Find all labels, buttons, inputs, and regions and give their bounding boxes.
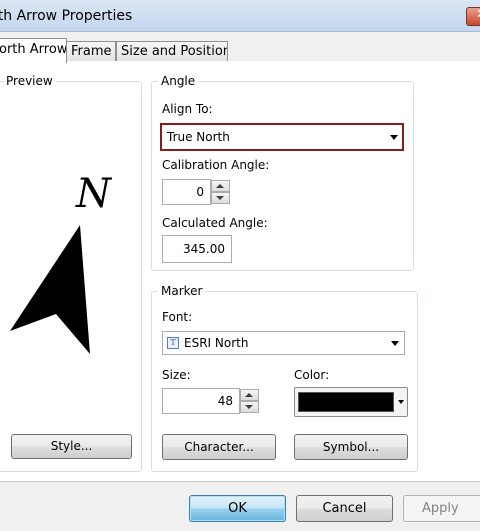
symbol-button-label: Symbol... — [322, 440, 380, 454]
character-button[interactable]: Character... — [162, 434, 276, 460]
ok-button[interactable]: OK — [189, 495, 286, 522]
align-to-dropdown[interactable]: True North — [160, 123, 404, 151]
tab-label: Size and Position — [121, 44, 228, 59]
font-value: ESRI North — [184, 336, 249, 350]
calibration-spin-up[interactable] — [211, 180, 230, 192]
preview-group-title: Preview — [3, 74, 56, 88]
color-swatch — [298, 392, 394, 412]
style-button[interactable]: Style... — [11, 434, 132, 459]
tab-size-and-position[interactable]: Size and Position — [116, 41, 228, 62]
align-to-value: True North — [167, 130, 230, 144]
style-button-label: Style... — [50, 439, 93, 453]
ok-button-label: OK — [228, 501, 247, 516]
north-arrow-preview: N — [8, 165, 123, 360]
calibration-angle-label: Calibration Angle: — [162, 158, 270, 172]
calculated-angle-label: Calculated Angle: — [162, 216, 268, 230]
close-icon: ✕ — [476, 7, 480, 22]
align-to-label: Align To: — [162, 102, 213, 116]
font-label: Font: — [162, 310, 193, 324]
size-label: Size: — [162, 368, 191, 382]
size-field[interactable]: 48 — [162, 388, 240, 414]
close-button[interactable]: ✕ — [466, 7, 480, 26]
chevron-down-icon — [398, 400, 404, 404]
tab-north-arrow[interactable]: orth Arrow — [0, 38, 67, 63]
size-spin-down[interactable] — [240, 401, 259, 413]
angle-group-title: Angle — [158, 74, 199, 88]
size-spin-up[interactable] — [240, 389, 259, 401]
spin-down-icon — [245, 405, 253, 409]
cancel-button[interactable]: Cancel — [296, 495, 393, 522]
cancel-button-label: Cancel — [322, 501, 367, 516]
apply-button-label: Apply — [422, 501, 459, 516]
calibration-angle-field[interactable]: 0 — [162, 179, 211, 205]
window-title: rth Arrow Properties — [0, 8, 133, 24]
apply-button[interactable]: Apply — [403, 495, 480, 522]
spin-up-icon — [245, 393, 253, 397]
spin-down-icon — [216, 196, 224, 200]
north-glyph: N — [75, 171, 113, 217]
color-label: Color: — [294, 368, 330, 382]
tab-label: Frame — [71, 44, 112, 59]
calibration-spin-down[interactable] — [211, 192, 230, 204]
title-bar: rth Arrow Properties ✕ — [0, 0, 480, 32]
tab-label: orth Arrow — [0, 42, 67, 57]
color-picker[interactable] — [294, 387, 408, 417]
tab-frame[interactable]: Frame — [66, 41, 116, 62]
calculated-angle-field: 345.00 — [162, 235, 232, 263]
north-arrow-icon: N — [10, 171, 113, 354]
spin-up-icon — [216, 184, 224, 188]
character-button-label: Character... — [184, 440, 254, 454]
font-dropdown[interactable]: T ESRI North — [162, 331, 405, 355]
chevron-down-icon — [391, 341, 399, 346]
symbol-button[interactable]: Symbol... — [294, 434, 408, 460]
chevron-down-icon — [390, 135, 398, 140]
font-type-icon: T — [167, 337, 179, 349]
marker-group-title: Marker — [158, 284, 206, 298]
